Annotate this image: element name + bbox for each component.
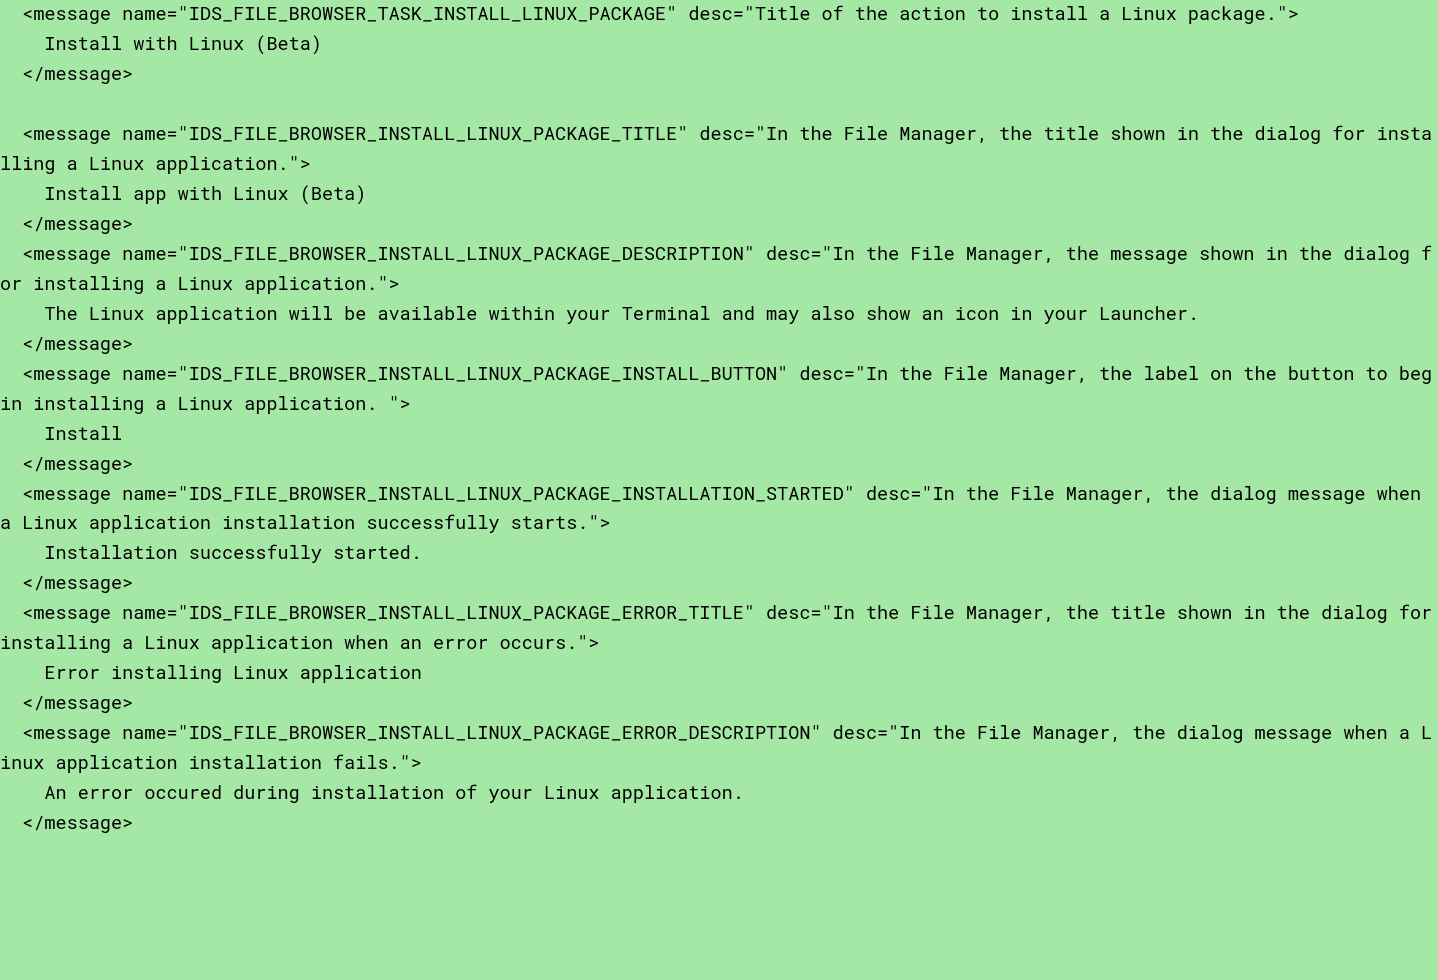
msg-0-open: <message name="IDS_FILE_BROWSER_TASK_INS… xyxy=(0,2,1299,26)
msg-1-open: <message name="IDS_FILE_BROWSER_INSTALL_… xyxy=(0,122,1432,176)
msg-4-close: </message> xyxy=(0,571,133,595)
msg-1-close: </message> xyxy=(0,212,133,236)
msg-4-open: <message name="IDS_FILE_BROWSER_INSTALL_… xyxy=(0,482,1432,536)
msg-2-body: The Linux application will be available … xyxy=(0,302,1199,326)
msg-6-body: An error occured during installation of … xyxy=(0,781,744,805)
msg-2-close: </message> xyxy=(0,332,133,356)
msg-5-body: Error installing Linux application xyxy=(0,661,422,685)
msg-6-close: </message> xyxy=(0,811,133,835)
msg-6-open: <message name="IDS_FILE_BROWSER_INSTALL_… xyxy=(0,721,1432,775)
msg-5-open: <message name="IDS_FILE_BROWSER_INSTALL_… xyxy=(0,601,1438,655)
msg-1-body: Install app with Linux (Beta) xyxy=(0,182,366,206)
msg-3-close: </message> xyxy=(0,452,133,476)
msg-3-open: <message name="IDS_FILE_BROWSER_INSTALL_… xyxy=(0,362,1432,416)
msg-0-close: </message> xyxy=(0,62,133,86)
msg-3-body: Install xyxy=(0,422,122,446)
msg-2-open: <message name="IDS_FILE_BROWSER_INSTALL_… xyxy=(0,242,1432,296)
msg-4-body: Installation successfully started. xyxy=(0,541,422,565)
code-block: <message name="IDS_FILE_BROWSER_TASK_INS… xyxy=(0,0,1438,839)
msg-0-body: Install with Linux (Beta) xyxy=(0,32,322,56)
msg-5-close: </message> xyxy=(0,691,133,715)
